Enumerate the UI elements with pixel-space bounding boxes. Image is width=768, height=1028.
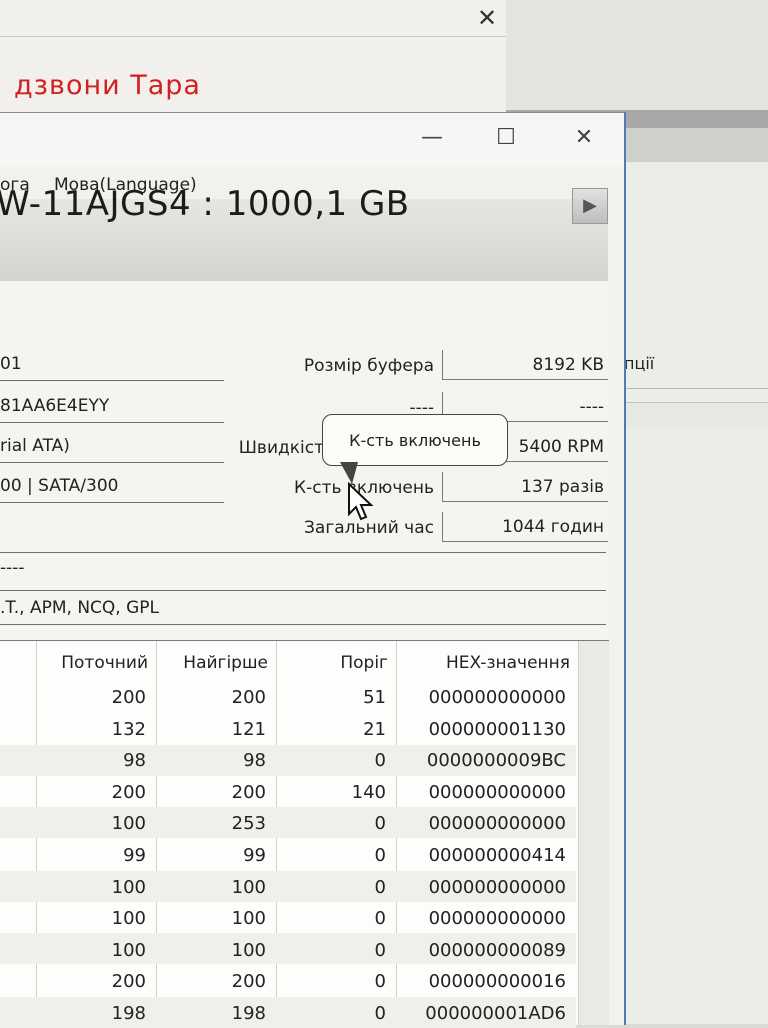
- table-cell-current: 198: [111, 1003, 146, 1024]
- table-cell-threshold: 140: [351, 781, 386, 803]
- table-cell-hex: 000000001130: [428, 718, 566, 740]
- interface-field: rial ATA): [0, 436, 224, 463]
- table-cell-worst: 98: [243, 750, 266, 772]
- divider-line: [0, 552, 606, 553]
- right-window-row: [626, 402, 768, 427]
- firmware-value: 01: [0, 354, 22, 374]
- buffer-size-label: Розмір буфера: [303, 356, 434, 376]
- table-cell-worst: 100: [231, 939, 266, 961]
- table-scrollbar[interactable]: [578, 641, 609, 1025]
- table-cell-threshold: 0: [374, 939, 386, 961]
- right-window-divider: [626, 388, 768, 389]
- table-cell-threshold: 0: [374, 908, 386, 930]
- title-bar: — ☐ ✕: [0, 113, 624, 167]
- column-header-threshold[interactable]: Поріг: [276, 653, 388, 673]
- background-window: ✕ дзвони Тара: [0, 0, 507, 119]
- close-button[interactable]: ✕: [566, 125, 602, 150]
- table-cell-threshold: 0: [374, 971, 386, 993]
- table-cell-hex: 000000001AD6: [425, 1003, 566, 1024]
- table-cell-current: 200: [111, 971, 146, 993]
- background-close-icon[interactable]: ✕: [472, 4, 502, 32]
- serial-field: 81AA6E4EYY: [0, 396, 224, 423]
- right-window-band-2: [626, 128, 768, 162]
- table-cell-hex: 000000000414: [428, 845, 566, 866]
- table-cell-threshold: 0: [374, 845, 386, 866]
- background-window-title: дзвони Тара: [14, 70, 201, 101]
- interface-value: rial ATA): [0, 436, 70, 456]
- column-header-current[interactable]: Поточний: [36, 653, 148, 673]
- table-cell-worst: 200: [231, 971, 266, 993]
- table-cell-current: 132: [111, 718, 146, 740]
- table-cell-current: 98: [123, 750, 146, 772]
- power-on-hours-value: 1044 годин: [442, 512, 608, 542]
- table-cell-hex: 000000000000: [428, 781, 566, 803]
- table-cell-threshold: 51: [363, 687, 386, 708]
- maximize-button[interactable]: ☐: [488, 125, 524, 150]
- right-window-cut-text: пції: [624, 354, 655, 373]
- disk-model-title: W-11AJGS4 : 1000,1 GB: [0, 184, 410, 224]
- tooltip-tail: [340, 462, 358, 484]
- transfer-mode-value: 00 | SATA/300: [0, 476, 119, 496]
- table-cell-current: 200: [111, 781, 146, 803]
- table-cell-hex: 000000000016: [428, 971, 566, 993]
- column-header-worst[interactable]: Найгірше: [156, 653, 268, 673]
- minimize-button[interactable]: —: [414, 125, 450, 150]
- table-cell-worst: 253: [231, 813, 266, 835]
- table-cell-hex: 000000000000: [428, 687, 566, 708]
- table-cell-worst: 100: [231, 876, 266, 898]
- right-window-panel: [616, 162, 768, 1024]
- divider-line: [0, 590, 606, 591]
- table-cell-worst: 200: [231, 781, 266, 803]
- power-on-count-value: 137 разів: [442, 472, 608, 502]
- divider-line: [0, 624, 606, 625]
- table-cell-threshold: 0: [374, 1003, 386, 1024]
- table-cell-worst: 121: [231, 718, 266, 740]
- table-cell-hex: 000000000089: [428, 939, 566, 961]
- background-separator: [0, 36, 506, 37]
- table-cell-worst: 198: [231, 1003, 266, 1024]
- firmware-field: 01: [0, 354, 224, 381]
- table-cell-threshold: 0: [374, 876, 386, 898]
- table-cell-threshold: 21: [363, 718, 386, 740]
- table-cell-current: 100: [111, 813, 146, 835]
- table-cell-hex: 0000000009BC: [426, 750, 566, 772]
- table-cell-hex: 000000000000: [428, 876, 566, 898]
- table-cell-threshold: 0: [374, 750, 386, 772]
- play-icon[interactable]: ▶: [572, 188, 608, 224]
- rotation-speed-label: Швидкіст: [238, 438, 324, 458]
- table-cell-hex: 000000000000: [428, 813, 566, 835]
- table-cell-current: 200: [111, 687, 146, 708]
- serial-value: 81AA6E4EYY: [0, 396, 110, 416]
- table-cell-current: 100: [111, 939, 146, 961]
- column-header-hex[interactable]: HEX-значення: [396, 653, 570, 673]
- table-cell-worst: 100: [231, 908, 266, 930]
- transfer-mode-field: 00 | SATA/300: [0, 476, 224, 503]
- table-cell-current: 99: [123, 845, 146, 866]
- table-cell-threshold: 0: [374, 813, 386, 835]
- features-row: .T., APM, NCQ, GPL: [0, 598, 160, 618]
- buffer-size-value: 8192 KB: [442, 350, 608, 380]
- dashes-row: ----: [0, 558, 25, 578]
- table-cell-current: 100: [111, 908, 146, 930]
- tooltip: К-сть включень: [322, 414, 508, 466]
- smart-table: Поточний Найгірше Поріг HEX-значення 200…: [0, 640, 609, 1028]
- table-cell-current: 100: [111, 876, 146, 898]
- cursor-icon: [348, 482, 374, 521]
- table-cell-worst: 200: [231, 687, 266, 708]
- table-cell-worst: 99: [243, 845, 266, 866]
- table-cell-hex: 000000000000: [428, 908, 566, 930]
